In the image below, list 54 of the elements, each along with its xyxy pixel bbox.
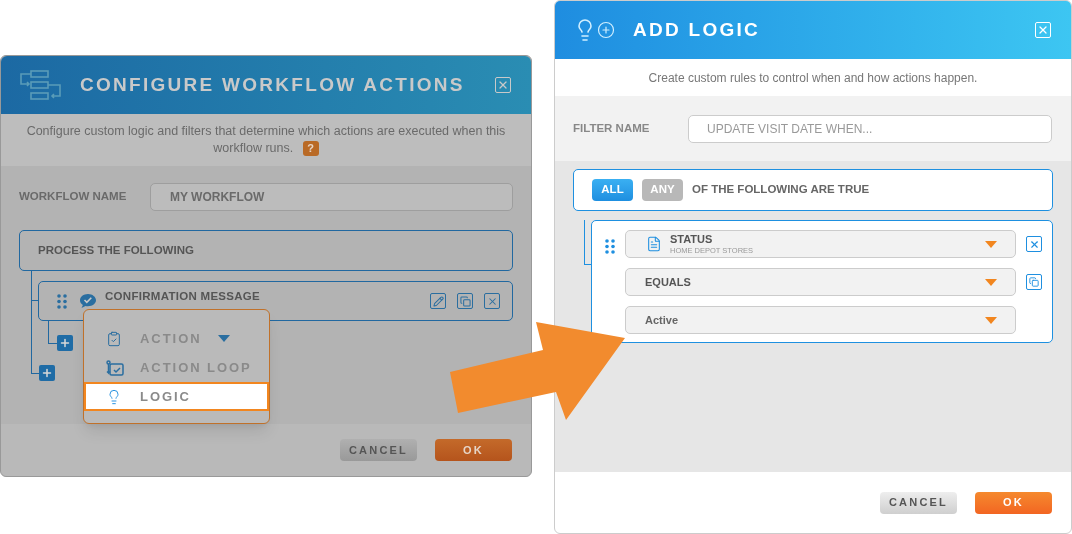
- caret-icon: [985, 278, 997, 286]
- close-icon: [497, 79, 509, 91]
- document-icon: [646, 236, 662, 252]
- select-value: Active: [645, 312, 679, 328]
- cancel-button[interactable]: CANCEL: [340, 439, 417, 461]
- menu-item[interactable]: LOGIC: [84, 382, 269, 411]
- value-select[interactable]: Active: [625, 306, 1016, 334]
- plus-icon: [41, 367, 53, 379]
- dialog-description: Configure custom logic and filters that determine which actions are executed when this workflow runs. ?: [25, 123, 507, 157]
- caret-icon: [217, 335, 230, 342]
- edit-button[interactable]: [430, 293, 446, 309]
- chat-check-icon: [79, 293, 97, 309]
- close-icon: [1037, 24, 1049, 36]
- copy-icon: [1029, 277, 1039, 287]
- add-button[interactable]: [57, 335, 73, 351]
- workflow-icon: [19, 69, 62, 101]
- match-toggle[interactable]: ALL: [592, 179, 633, 201]
- lightbulb-icon: [106, 388, 122, 405]
- help-badge[interactable]: ?: [302, 141, 319, 156]
- field-label: WORKFLOW NAME: [19, 189, 128, 205]
- select-value: STATUS: [670, 233, 714, 245]
- close-icon: [486, 295, 498, 307]
- dialog-title: ADD LOGIC: [633, 17, 761, 42]
- plus-icon: [59, 337, 71, 349]
- caret-icon: [985, 240, 997, 248]
- drag-handle-icon[interactable]: [57, 293, 67, 309]
- clipboard-check-icon: [106, 330, 122, 347]
- copy-icon: [459, 295, 471, 307]
- close-button[interactable]: [495, 77, 511, 93]
- delete-button[interactable]: [1026, 236, 1042, 252]
- drag-handle-icon[interactable]: [605, 239, 615, 254]
- dialog-description: Create custom rules to control when and how actions happen.: [648, 69, 978, 87]
- duplicate-button[interactable]: [1026, 274, 1042, 290]
- group-label: PROCESS THE FOLLOWING: [38, 242, 194, 258]
- match-label: OF THE FOLLOWING ARE TRUE: [692, 182, 870, 198]
- ok-button[interactable]: OK: [975, 491, 1052, 514]
- filter-name-field[interactable]: UPDATE VISIT DATE WHEN...: [688, 114, 1052, 143]
- select-value: EQUALS: [645, 274, 691, 290]
- action-label: CONFIRMATION MESSAGE: [105, 289, 261, 305]
- match-toggle[interactable]: ANY: [642, 179, 683, 201]
- workflow-name-field[interactable]: MY WORKFLOW: [150, 183, 513, 211]
- operator-select[interactable]: EQUALS: [625, 268, 1016, 296]
- loop-check-icon: [106, 359, 124, 376]
- delete-button[interactable]: [484, 293, 500, 309]
- menu-item-label: LOGIC: [140, 387, 191, 406]
- caret-icon: [985, 316, 997, 324]
- ok-button[interactable]: OK: [435, 439, 512, 461]
- add-button[interactable]: [39, 365, 55, 381]
- cancel-button[interactable]: CANCEL: [880, 491, 957, 514]
- duplicate-button[interactable]: [457, 293, 473, 309]
- dialog-title: CONFIGURE WORKFLOW ACTIONS: [80, 72, 465, 97]
- field-label: FILTER NAME: [573, 120, 651, 136]
- close-icon: [1028, 238, 1040, 250]
- pencil-icon: [432, 295, 444, 307]
